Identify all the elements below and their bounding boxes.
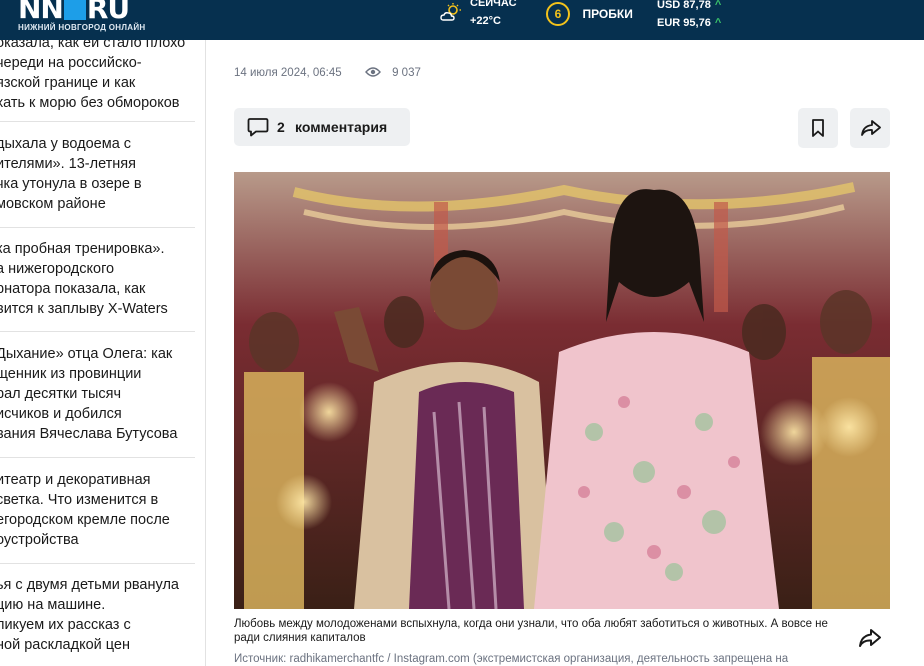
weather-label: СЕЙЧАС — [470, 0, 517, 9]
share-icon — [861, 120, 881, 136]
news-item[interactable]: оказала, как ей стало плохо череди на ро… — [0, 40, 205, 113]
news-divider — [0, 227, 195, 228]
traffic-label: ПРОБКИ — [582, 7, 633, 21]
news-line: хать к морю без обмороков — [0, 95, 180, 111]
news-line: ителями». 13-летняя — [0, 156, 137, 172]
news-line: ка пробная тренировка». — [0, 241, 165, 257]
comment-icon — [247, 118, 269, 137]
currency-rates[interactable]: USD 87,78 ^ EUR 95,76 ^ — [657, 0, 721, 32]
news-divider — [0, 457, 195, 458]
logo-text: NN — [18, 0, 64, 25]
news-divider — [0, 121, 195, 122]
news-line: ной раскладкой цен — [0, 637, 130, 653]
view-count: 9 037 — [392, 67, 421, 79]
news-divider — [0, 331, 195, 332]
news-line: Дыхание» отца Олега: как — [0, 346, 173, 362]
weather-temperature: +22°С — [470, 15, 502, 27]
news-line: егородском кремле после — [0, 512, 170, 528]
publish-date: 14 июля 2024, 06:45 — [234, 67, 342, 79]
wedding-couple-photo — [234, 172, 890, 609]
share-button[interactable] — [850, 108, 890, 148]
news-line: чка утонула в озере в — [0, 176, 142, 192]
news-item[interactable]: дыхала у водоема с ителями». 13-летняя ч… — [0, 134, 205, 214]
news-line: дыхала у водоема с — [0, 136, 132, 152]
traffic-widget[interactable]: 6 ПРОБКИ — [546, 2, 633, 26]
comments-button[interactable]: 2 комментария — [234, 108, 410, 146]
news-line: вится к заплыву X-Waters — [0, 301, 168, 317]
photo-caption: Любовь между молодоженами вспыхнула, ког… — [234, 618, 828, 644]
bookmark-icon — [812, 119, 824, 137]
news-feed-sidebar: оказала, как ей стало плохо череди на ро… — [0, 40, 206, 666]
usd-rate-row: USD 87,78 ^ — [657, 0, 721, 14]
eur-trend-up-icon: ^ — [714, 17, 722, 29]
news-line: череди на российско- — [0, 55, 142, 71]
news-item[interactable]: Дыхание» отца Олега: как щенник из прови… — [0, 344, 205, 444]
traffic-score-badge: 6 — [546, 2, 570, 26]
eur-rate-row: EUR 95,76 ^ — [657, 14, 721, 32]
news-item[interactable]: ья с двумя детьми рванула цию на машине.… — [0, 575, 205, 655]
news-item[interactable]: итеатр и декоративная светка. Что измени… — [0, 470, 205, 550]
usd-trend-up-icon: ^ — [714, 0, 722, 11]
news-line: исчиков и добился — [0, 406, 122, 422]
usd-rate: USD 87,78 — [657, 0, 711, 11]
news-line: ликуем их рассказ с — [0, 617, 131, 633]
news-line: язской границе и как — [0, 75, 136, 91]
news-line: а нижегородского — [0, 261, 115, 277]
news-item[interactable]: ка пробная тренировка». а нижегородского… — [0, 239, 205, 319]
news-divider — [0, 563, 195, 564]
logo-subtitle: НИЖНИЙ НОВГОРОД ОНЛАЙН — [18, 23, 146, 32]
sun-cloud-icon — [440, 3, 461, 21]
news-line: мовском районе — [0, 196, 106, 212]
news-line: рал десятки тысяч — [0, 386, 122, 402]
news-line: рнатора показала, как — [0, 281, 146, 297]
eur-rate: EUR 95,76 — [657, 17, 711, 29]
news-line: щенник из провинции — [0, 366, 142, 382]
bookmark-button[interactable] — [798, 108, 838, 148]
article-photo[interactable] — [234, 172, 890, 609]
site-logo[interactable]: NN RU НИЖНИЙ НОВГОРОД ОНЛАЙН — [18, 0, 145, 34]
eye-icon — [364, 67, 381, 77]
comments-label: комментария — [295, 119, 388, 135]
share-icon[interactable] — [857, 626, 883, 650]
news-line: светка. Что изменится в — [0, 492, 159, 508]
logo-plus-icon — [63, 0, 86, 20]
comments-count: 2 — [277, 119, 285, 135]
photo-source: Источник: radhikamerchantfc / Instagram.… — [234, 653, 789, 665]
news-line: оказала, как ей стало плохо — [0, 40, 186, 51]
news-line: вания Вячеслава Бутусова — [0, 426, 178, 442]
site-header: NN RU НИЖНИЙ НОВГОРОД ОНЛАЙН СЕЙЧАС +22°С… — [0, 0, 924, 40]
logo-suffix: RU — [86, 0, 130, 25]
article-meta: 14 июля 2024, 06:45 9 037 — [234, 66, 421, 79]
news-line: ья с двумя детьми рванула — [0, 577, 179, 593]
news-line: итеатр и декоративная — [0, 472, 151, 488]
news-line: цию на машине. — [0, 597, 106, 613]
news-line: оустройства — [0, 532, 79, 548]
